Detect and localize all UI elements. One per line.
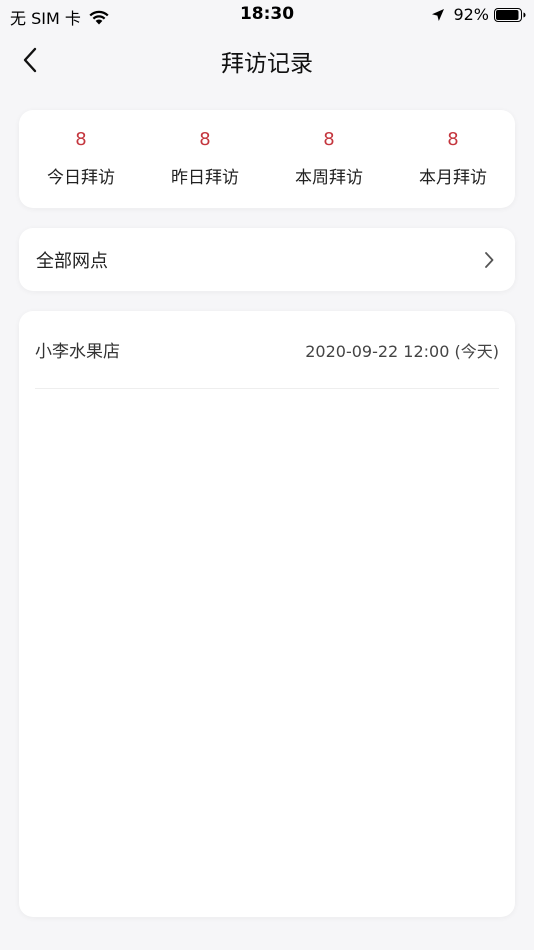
- stat-this-month-label: 本月拜访: [419, 168, 487, 188]
- stat-today-value: 8: [75, 129, 87, 150]
- nav-bar: 拜访记录: [0, 36, 534, 84]
- stat-yesterday-label: 昨日拜访: [171, 168, 239, 188]
- visit-stats-card: 8 今日拜访 8 昨日拜访 8 本周拜访 8 本月拜访: [19, 110, 515, 208]
- stat-this-week-value: 8: [323, 129, 335, 150]
- stat-this-week[interactable]: 8 本周拜访: [267, 110, 391, 208]
- battery-percent: 92%: [453, 5, 489, 24]
- stat-this-month[interactable]: 8 本月拜访: [391, 110, 515, 208]
- stat-this-month-value: 8: [447, 129, 459, 150]
- screen: 无 SIM 卡 18:30 92% 拜访记录 8 今日拜访 8 昨日拜访 8 本…: [0, 0, 534, 950]
- status-bar: 无 SIM 卡 18:30 92%: [0, 0, 534, 30]
- stat-today[interactable]: 8 今日拜访: [19, 110, 143, 208]
- stat-yesterday-value: 8: [199, 129, 211, 150]
- record-outlet-name: 小李水果店: [35, 342, 120, 362]
- status-right: 92%: [431, 5, 526, 24]
- visit-record-list: 小李水果店 2020-09-22 12:00 (今天): [19, 311, 515, 917]
- list-item[interactable]: 小李水果店 2020-09-22 12:00 (今天): [35, 311, 499, 389]
- outlet-filter-row[interactable]: 全部网点: [19, 228, 515, 291]
- location-arrow-icon: [432, 8, 445, 21]
- stat-yesterday[interactable]: 8 昨日拜访: [143, 110, 267, 208]
- record-visit-time: 2020-09-22 12:00 (今天): [305, 341, 499, 361]
- outlet-filter-label: 全部网点: [36, 250, 108, 272]
- battery-icon: [494, 7, 526, 22]
- stat-today-label: 今日拜访: [47, 168, 115, 188]
- page-title: 拜访记录: [221, 51, 313, 77]
- stat-this-week-label: 本周拜访: [295, 168, 363, 188]
- chevron-right-icon: [485, 251, 494, 268]
